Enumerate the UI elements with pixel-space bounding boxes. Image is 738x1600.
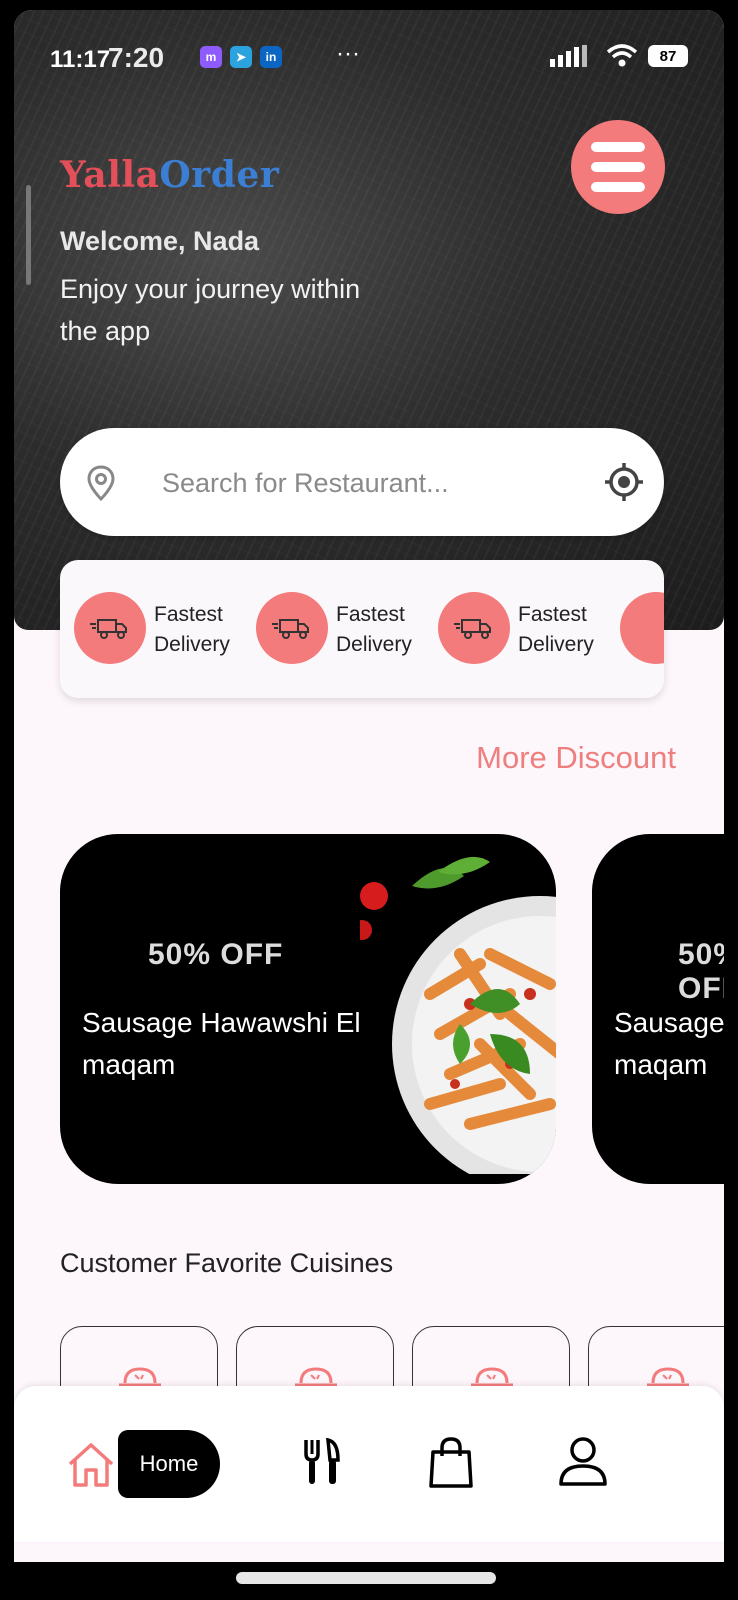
- app-screen: 11:17 7:20 m ➤ in ··· 87 YallaOrder Welc…: [14, 10, 724, 1562]
- battery-indicator: 87: [648, 45, 688, 67]
- app-logo: YallaOrder: [60, 154, 279, 196]
- system-home-indicator[interactable]: [236, 1572, 496, 1584]
- more-notifications-icon: ···: [336, 40, 360, 67]
- delivery-truck-icon: [74, 592, 146, 664]
- wifi-icon: [606, 44, 638, 67]
- bottom-navigation: Home: [14, 1386, 724, 1542]
- discount-offer: 50% OFF: [678, 938, 724, 1005]
- linkedin-icon: in: [260, 46, 282, 68]
- signal-icon: [550, 45, 587, 67]
- status-right: 87: [550, 44, 688, 68]
- tagline-text: Enjoy your journey within the app: [60, 274, 361, 346]
- welcome-text: Welcome, Nada: [60, 226, 260, 256]
- profile-icon[interactable]: [558, 1436, 608, 1488]
- notification-icons: m ➤ in: [200, 46, 282, 68]
- logo-part-order: Order: [159, 154, 280, 196]
- features-strip[interactable]: Fastest Delivery Fastest Delivery Fastes…: [60, 560, 664, 698]
- telegram-icon: ➤: [230, 46, 252, 68]
- discount-card[interactable]: 50% OFF Sausage Hawawshi El maqam: [592, 834, 724, 1184]
- status-time: 11:17: [50, 46, 111, 73]
- pasta-plate-image: [360, 856, 556, 1174]
- restaurant-icon[interactable]: [302, 1438, 342, 1486]
- delivery-truck-icon: [256, 592, 328, 664]
- shopping-bag-icon[interactable]: [426, 1436, 476, 1490]
- status-overlay-time: 7:20: [108, 42, 165, 73]
- feature-label: Fastest Delivery: [154, 603, 230, 656]
- location-pin-icon: [87, 465, 115, 501]
- cuisines-section-title: Customer Favorite Cuisines: [60, 1248, 394, 1278]
- feature-label: Fastest Delivery: [336, 603, 412, 656]
- menu-button[interactable]: [571, 120, 665, 214]
- discount-offer: 50% OFF: [148, 938, 284, 971]
- status-bar: 11:17 7:20 m ➤ in ··· 87: [50, 38, 688, 78]
- discount-restaurant-name: Sausage Hawawshi El maqam: [82, 1007, 361, 1080]
- home-icon[interactable]: [66, 1442, 116, 1488]
- feature-label: Fastest Delivery: [518, 603, 594, 656]
- messenger-icon: m: [200, 46, 222, 68]
- delivery-truck-icon: [620, 592, 664, 664]
- search-input[interactable]: [160, 458, 584, 508]
- discount-restaurant-name: Sausage Hawawshi El maqam: [614, 1007, 724, 1080]
- home-tab-label[interactable]: Home: [118, 1430, 220, 1498]
- more-discount-link[interactable]: More Discount: [476, 740, 676, 776]
- logo-part-yalla: Yalla: [60, 154, 160, 196]
- delivery-truck-icon: [438, 592, 510, 664]
- gps-target-icon[interactable]: [604, 462, 644, 502]
- hamburger-line: [591, 182, 645, 192]
- hamburger-line: [591, 142, 645, 152]
- scroll-indicator: [26, 185, 31, 285]
- hamburger-line: [591, 162, 645, 172]
- search-bar[interactable]: [60, 428, 664, 536]
- discount-card[interactable]: 50% OFF Sausage Hawawshi El maqam: [60, 834, 556, 1184]
